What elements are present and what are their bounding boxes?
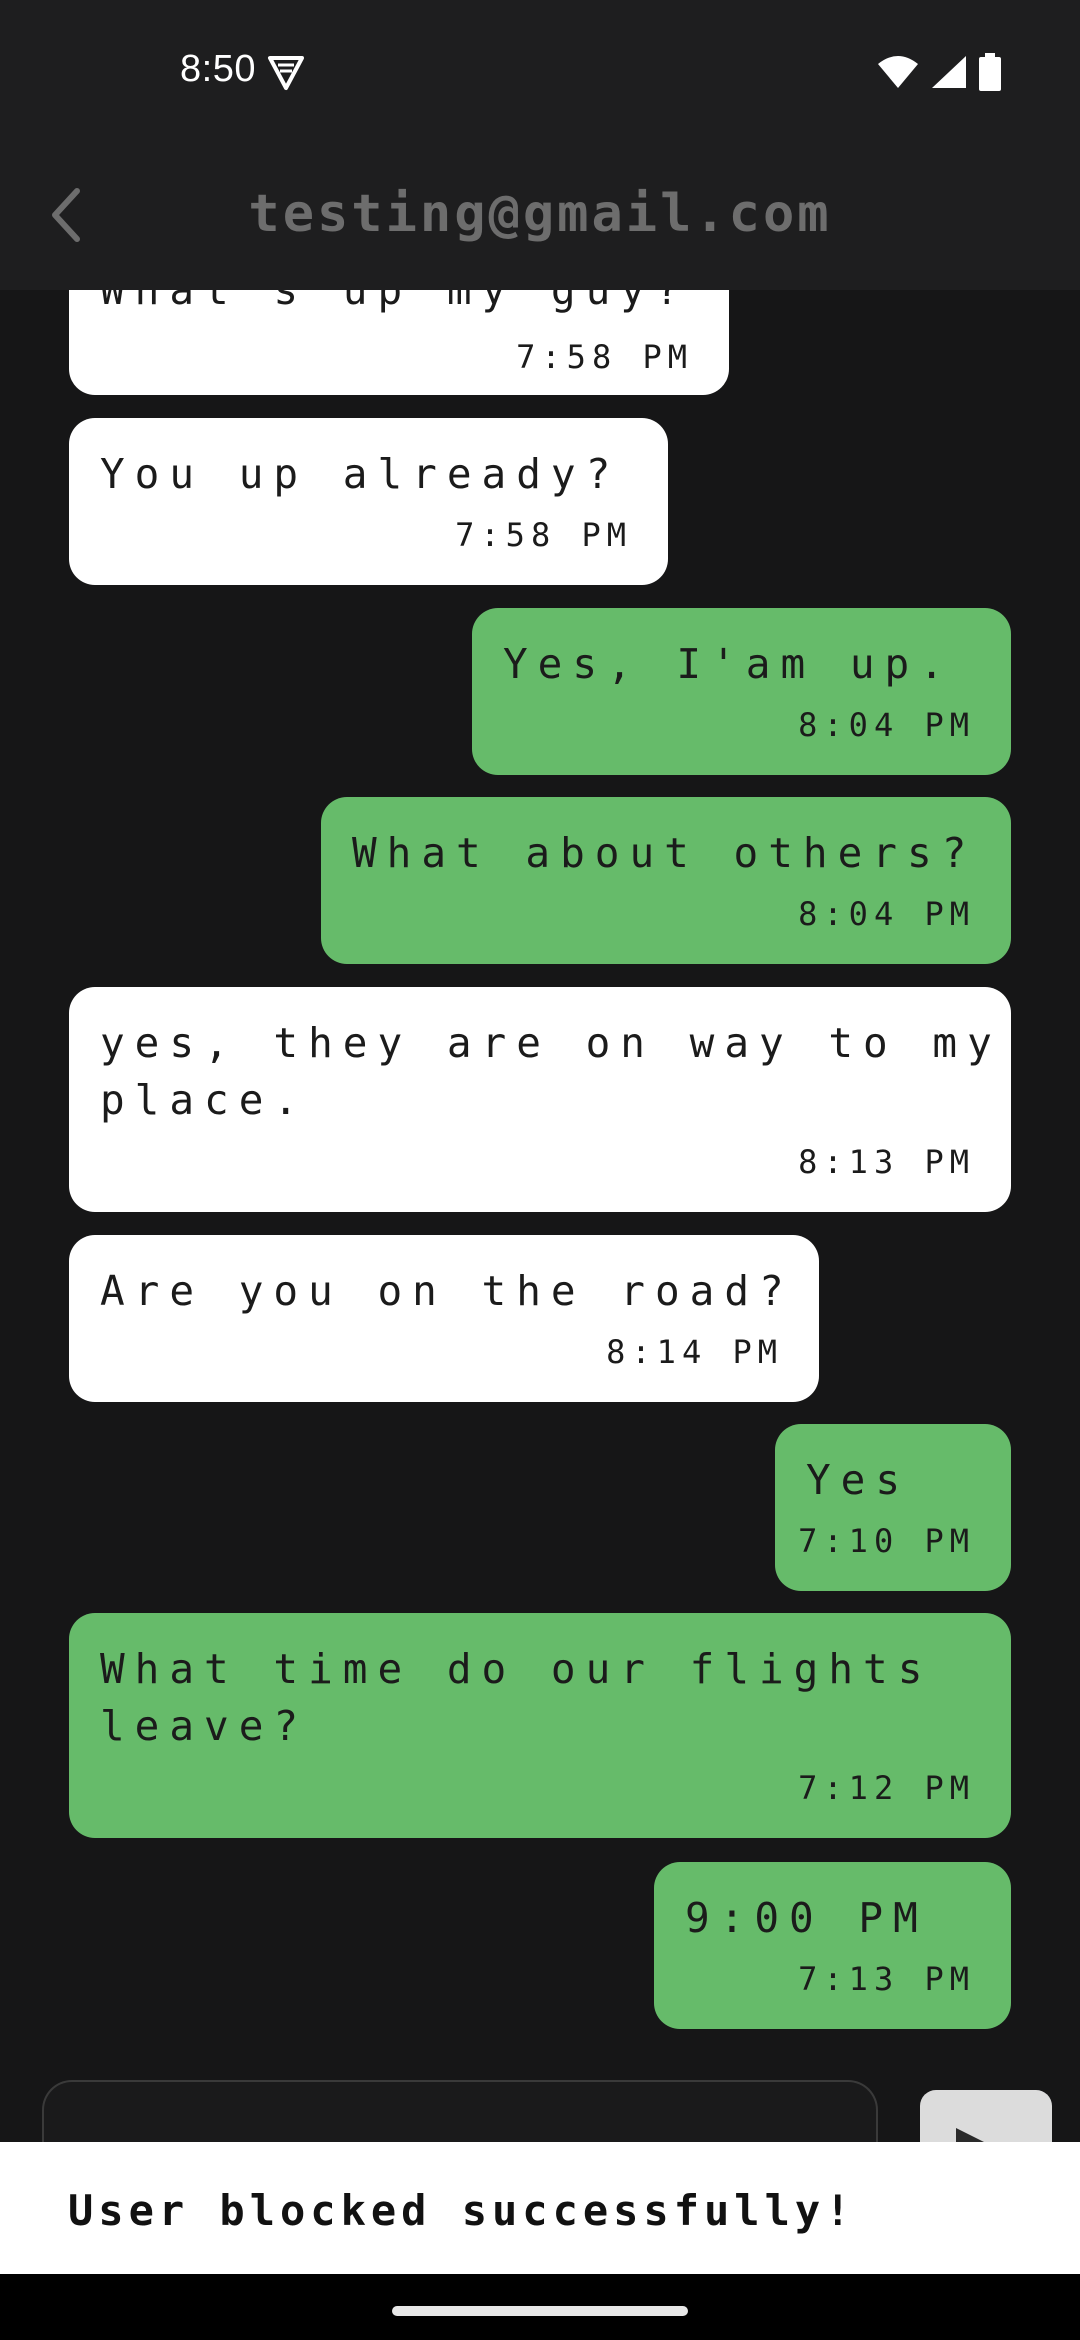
- message-time: 7:13 PM: [798, 1960, 975, 1998]
- battery-icon: [979, 53, 1001, 91]
- vpn-shield-icon: [268, 56, 304, 90]
- home-gesture-handle[interactable]: [392, 2306, 688, 2316]
- message-text: What about others?: [352, 829, 977, 877]
- snackbar: User blocked successfully!: [0, 2142, 1080, 2274]
- message-text: What time do our flights leave?: [100, 1645, 933, 1750]
- message-text: Yes: [806, 1456, 911, 1504]
- snackbar-message: User blocked successfully!: [68, 2186, 856, 2235]
- message-text: What's up my guy?: [100, 290, 690, 314]
- message-bubble-outgoing[interactable]: Yes 7:10 PM: [775, 1424, 1011, 1591]
- message-list[interactable]: What's up my guy? 7:58 PM You up already…: [0, 290, 1080, 2080]
- message-time: 8:14 PM: [606, 1333, 783, 1371]
- message-text: yes, they are on way to my place.: [100, 1019, 1002, 1124]
- message-time: 8:04 PM: [798, 706, 975, 744]
- status-icons: [876, 52, 1002, 92]
- message-bubble-outgoing[interactable]: Yes, I'am up. 8:04 PM: [472, 608, 1011, 775]
- message-time: 7:12 PM: [798, 1769, 975, 1807]
- system-nav-bar: [0, 2274, 1080, 2340]
- status-bar: 8:50: [0, 0, 1080, 140]
- message-text: 9:00 PM: [685, 1894, 928, 1942]
- message-bubble-incoming[interactable]: You up already? 7:58 PM: [69, 418, 668, 585]
- message-time: 7:10 PM: [798, 1522, 975, 1560]
- message-time: 8:04 PM: [798, 895, 975, 933]
- message-time: 8:13 PM: [798, 1143, 975, 1181]
- message-text: Are you on the road?: [100, 1267, 794, 1315]
- message-time: 7:58 PM: [516, 338, 693, 376]
- status-time: 8:50: [180, 48, 256, 90]
- message-time: 7:58 PM: [455, 516, 632, 554]
- message-bubble-incoming[interactable]: Are you on the road? 8:14 PM: [69, 1235, 819, 1402]
- app-bar: testing@gmail.com: [0, 140, 1080, 290]
- chat-title: testing@gmail.com: [248, 184, 832, 244]
- message-bubble-incoming[interactable]: yes, they are on way to my place. 8:13 P…: [69, 987, 1011, 1212]
- message-bubble-outgoing[interactable]: What about others? 8:04 PM: [321, 797, 1011, 964]
- wifi-icon: [878, 56, 918, 88]
- message-bubble-outgoing[interactable]: What time do our flights leave? 7:12 PM: [69, 1613, 1011, 1838]
- message-text: You up already?: [100, 450, 621, 498]
- message-bubble-outgoing[interactable]: 9:00 PM 7:13 PM: [654, 1862, 1011, 2029]
- message-text: Yes, I'am up.: [503, 640, 954, 688]
- cell-signal-icon: [932, 56, 966, 88]
- message-bubble-incoming[interactable]: What's up my guy? 7:58 PM: [69, 290, 729, 395]
